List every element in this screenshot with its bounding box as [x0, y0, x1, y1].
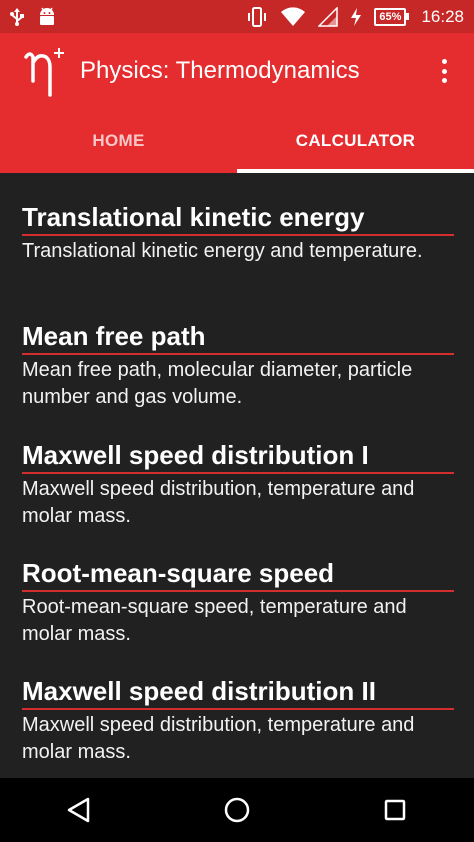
status-time: 16:28	[421, 6, 464, 26]
charging-icon	[351, 7, 362, 26]
app-title: Physics: Thermodynamics	[80, 57, 360, 84]
list-item-root-mean-square-speed[interactable]: Root-mean-square speed Root-mean-square …	[22, 558, 454, 648]
item-description: Translational kinetic energy and tempera…	[22, 240, 423, 262]
status-bar-left	[10, 7, 56, 27]
app-bar: Physics: Thermodynamics	[0, 33, 474, 109]
menu-dot	[441, 59, 447, 64]
calculator-list: Translational kinetic energy Translation…	[0, 173, 474, 778]
overflow-menu-icon[interactable]	[436, 57, 452, 85]
home-button[interactable]	[207, 778, 267, 842]
status-bar: 65% 16:28	[0, 0, 474, 33]
home-icon	[224, 797, 250, 823]
menu-dot	[441, 78, 447, 83]
item-description: Root-mean-square speed, temperature and …	[22, 596, 407, 645]
item-description: Maxwell speed distribution, temperature …	[22, 714, 415, 763]
battery-level: 65%	[374, 7, 407, 26]
app-logo-icon	[24, 48, 64, 97]
back-icon	[67, 797, 90, 823]
wifi-icon	[281, 6, 306, 26]
item-description: Mean free path, molecular diameter, part…	[22, 359, 413, 408]
navigation-bar	[0, 778, 474, 842]
tab-calculator[interactable]: CALCULATOR	[237, 109, 474, 173]
signal-icon	[318, 6, 339, 27]
recents-button[interactable]	[365, 778, 425, 842]
list-item-maxwell-speed-distribution-1[interactable]: Maxwell speed distribution I Maxwell spe…	[22, 440, 454, 530]
item-title: Maxwell speed distribution II	[22, 676, 454, 710]
item-title: Maxwell speed distribution I	[22, 440, 454, 474]
item-title: Mean free path	[22, 321, 454, 355]
battery-tip	[406, 13, 410, 20]
back-button[interactable]	[49, 778, 109, 842]
battery-icon: 65%	[374, 7, 410, 26]
list-item-maxwell-speed-distribution-2[interactable]: Maxwell speed distribution II Maxwell sp…	[22, 676, 454, 766]
item-description: Maxwell speed distribution, temperature …	[22, 478, 415, 527]
usb-icon	[10, 7, 24, 26]
vibrate-icon	[248, 6, 267, 27]
recents-icon	[384, 799, 406, 821]
android-debug-icon	[40, 7, 54, 25]
list-item-translational-kinetic-energy[interactable]: Translational kinetic energy Translation…	[22, 202, 454, 265]
list-item-mean-free-path[interactable]: Mean free path Mean free path, molecular…	[22, 321, 454, 411]
status-bar-right: 65% 16:28	[246, 6, 464, 27]
item-title: Root-mean-square speed	[22, 558, 454, 592]
menu-dot	[441, 68, 447, 74]
tab-bar: HOME CALCULATOR	[0, 109, 474, 173]
tab-home[interactable]: HOME	[0, 109, 237, 173]
item-title: Translational kinetic energy	[22, 202, 454, 236]
